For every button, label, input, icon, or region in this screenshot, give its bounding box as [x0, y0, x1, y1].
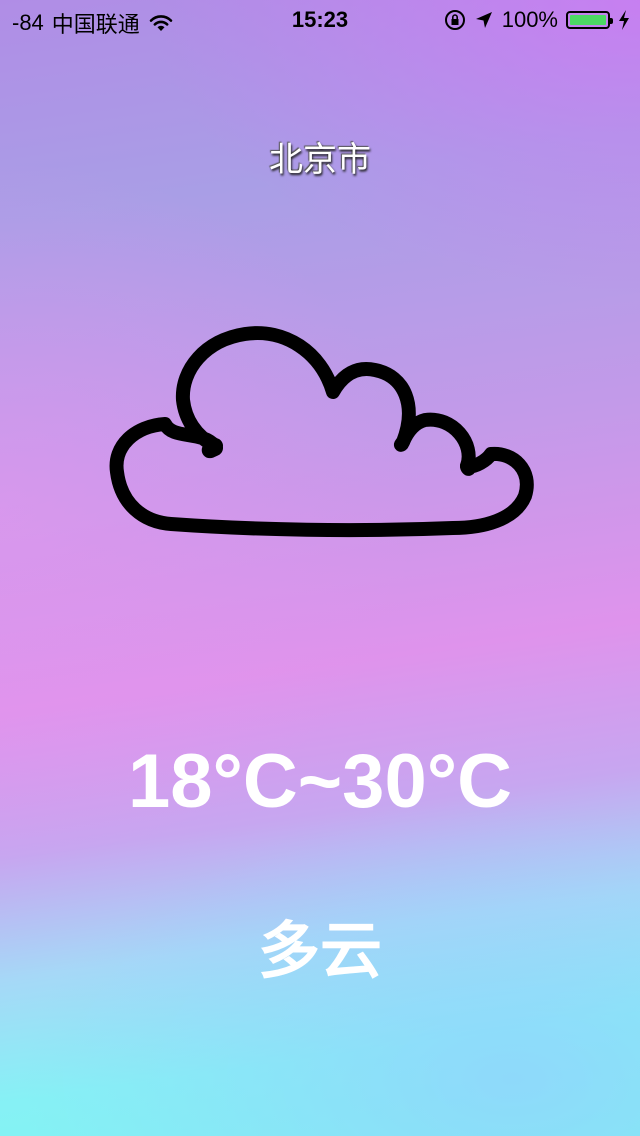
cloud-icon: [109, 326, 534, 538]
location-arrow-icon: [475, 12, 492, 28]
temperature-range: 18°C~30°C: [127, 739, 512, 824]
status-bar: -84 中国联通 15:23 100%: [0, 0, 640, 40]
city-name: 北京市: [269, 140, 371, 180]
weather-condition: 多云: [257, 914, 382, 987]
rotation-lock-icon: [444, 10, 465, 30]
battery-fill: [570, 15, 606, 25]
status-right: 100%: [444, 7, 630, 33]
battery-icon: [566, 11, 613, 29]
charging-bolt-icon: [619, 10, 629, 30]
battery-percent: 100%: [501, 7, 558, 32]
